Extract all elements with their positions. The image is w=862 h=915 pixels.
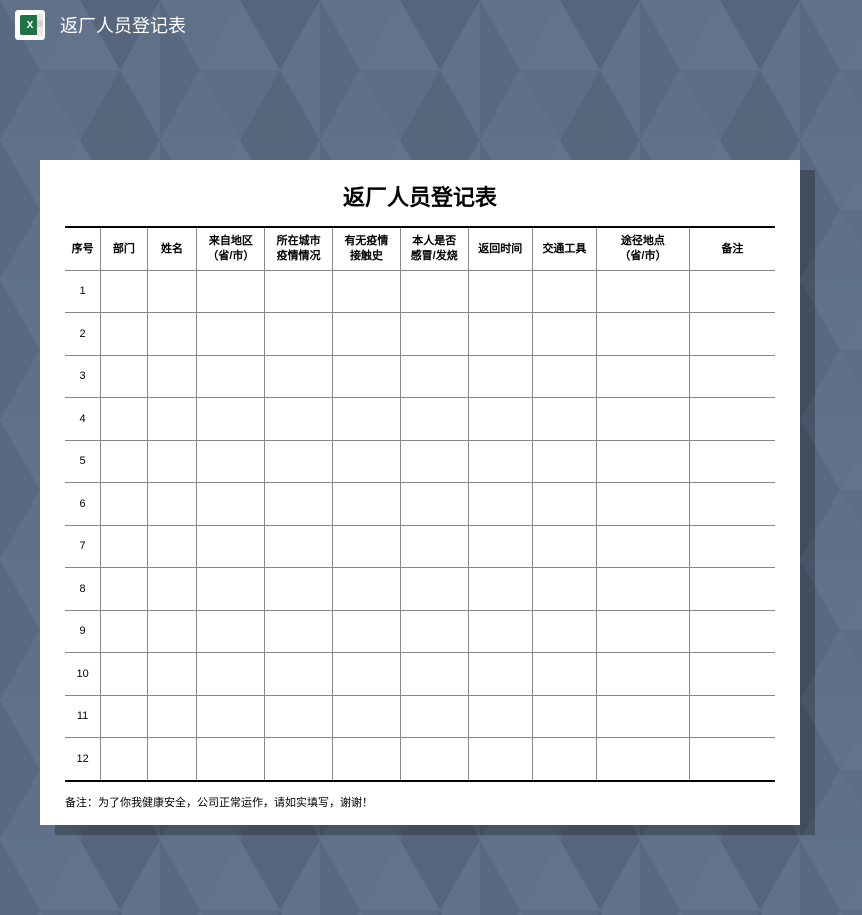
table-row: 8 (65, 568, 775, 611)
table-row: 6 (65, 483, 775, 526)
cell-seq: 7 (65, 525, 101, 568)
cell-seq: 2 (65, 313, 101, 356)
table-row: 1 (65, 270, 775, 313)
footer-note: 备注：为了你我健康安全，公司正常运作，请如实填写，谢谢！ (65, 782, 775, 810)
col-header-note: 备注 (689, 228, 775, 270)
col-header-region: 来自地区（省/市） (197, 228, 265, 270)
col-header-fever: 本人是否感冒/发烧 (400, 228, 468, 270)
table-row: 7 (65, 525, 775, 568)
col-header-transport: 交通工具 (532, 228, 596, 270)
table-row: 5 (65, 440, 775, 483)
document-title: 返厂人员登记表 (65, 180, 775, 226)
cell-seq: 10 (65, 653, 101, 696)
table-wrapper: 序号 部门 姓名 来自地区（省/市） 所在城市疫情情况 有无疫情接触史 本人是否… (65, 226, 775, 782)
cell-seq: 5 (65, 440, 101, 483)
table-row: 3 (65, 355, 775, 398)
cell-seq: 3 (65, 355, 101, 398)
table-row: 2 (65, 313, 775, 356)
col-header-contact: 有无疫情接触史 (333, 228, 401, 270)
registration-table: 序号 部门 姓名 来自地区（省/市） 所在城市疫情情况 有无疫情接触史 本人是否… (65, 228, 775, 780)
cell-seq: 12 (65, 738, 101, 781)
cell-seq: 11 (65, 695, 101, 738)
col-header-situation: 所在城市疫情情况 (265, 228, 333, 270)
cell-seq: 6 (65, 483, 101, 526)
col-header-return: 返回时间 (468, 228, 532, 270)
table-row: 10 (65, 653, 775, 696)
table-row: 4 (65, 398, 775, 441)
cell-seq: 9 (65, 610, 101, 653)
header-bar: X 返厂人员登记表 (0, 0, 862, 50)
col-header-name: 姓名 (147, 228, 197, 270)
table-body: 1 2 3 4 5 6 7 8 9 10 11 12 (65, 270, 775, 780)
header-title: 返厂人员登记表 (60, 12, 186, 38)
document-page: 返厂人员登记表 序号 部门 姓名 来自地区（省/市） 所在城市疫情情况 有无疫情… (40, 160, 800, 825)
table-row: 11 (65, 695, 775, 738)
cell-seq: 4 (65, 398, 101, 441)
table-row: 9 (65, 610, 775, 653)
excel-icon: X (15, 10, 45, 40)
table-header-row: 序号 部门 姓名 来自地区（省/市） 所在城市疫情情况 有无疫情接触史 本人是否… (65, 228, 775, 270)
cell-seq: 1 (65, 270, 101, 313)
col-header-seq: 序号 (65, 228, 101, 270)
table-row: 12 (65, 738, 775, 781)
col-header-route: 途径地点（省/市） (597, 228, 690, 270)
cell-seq: 8 (65, 568, 101, 611)
col-header-dept: 部门 (101, 228, 147, 270)
